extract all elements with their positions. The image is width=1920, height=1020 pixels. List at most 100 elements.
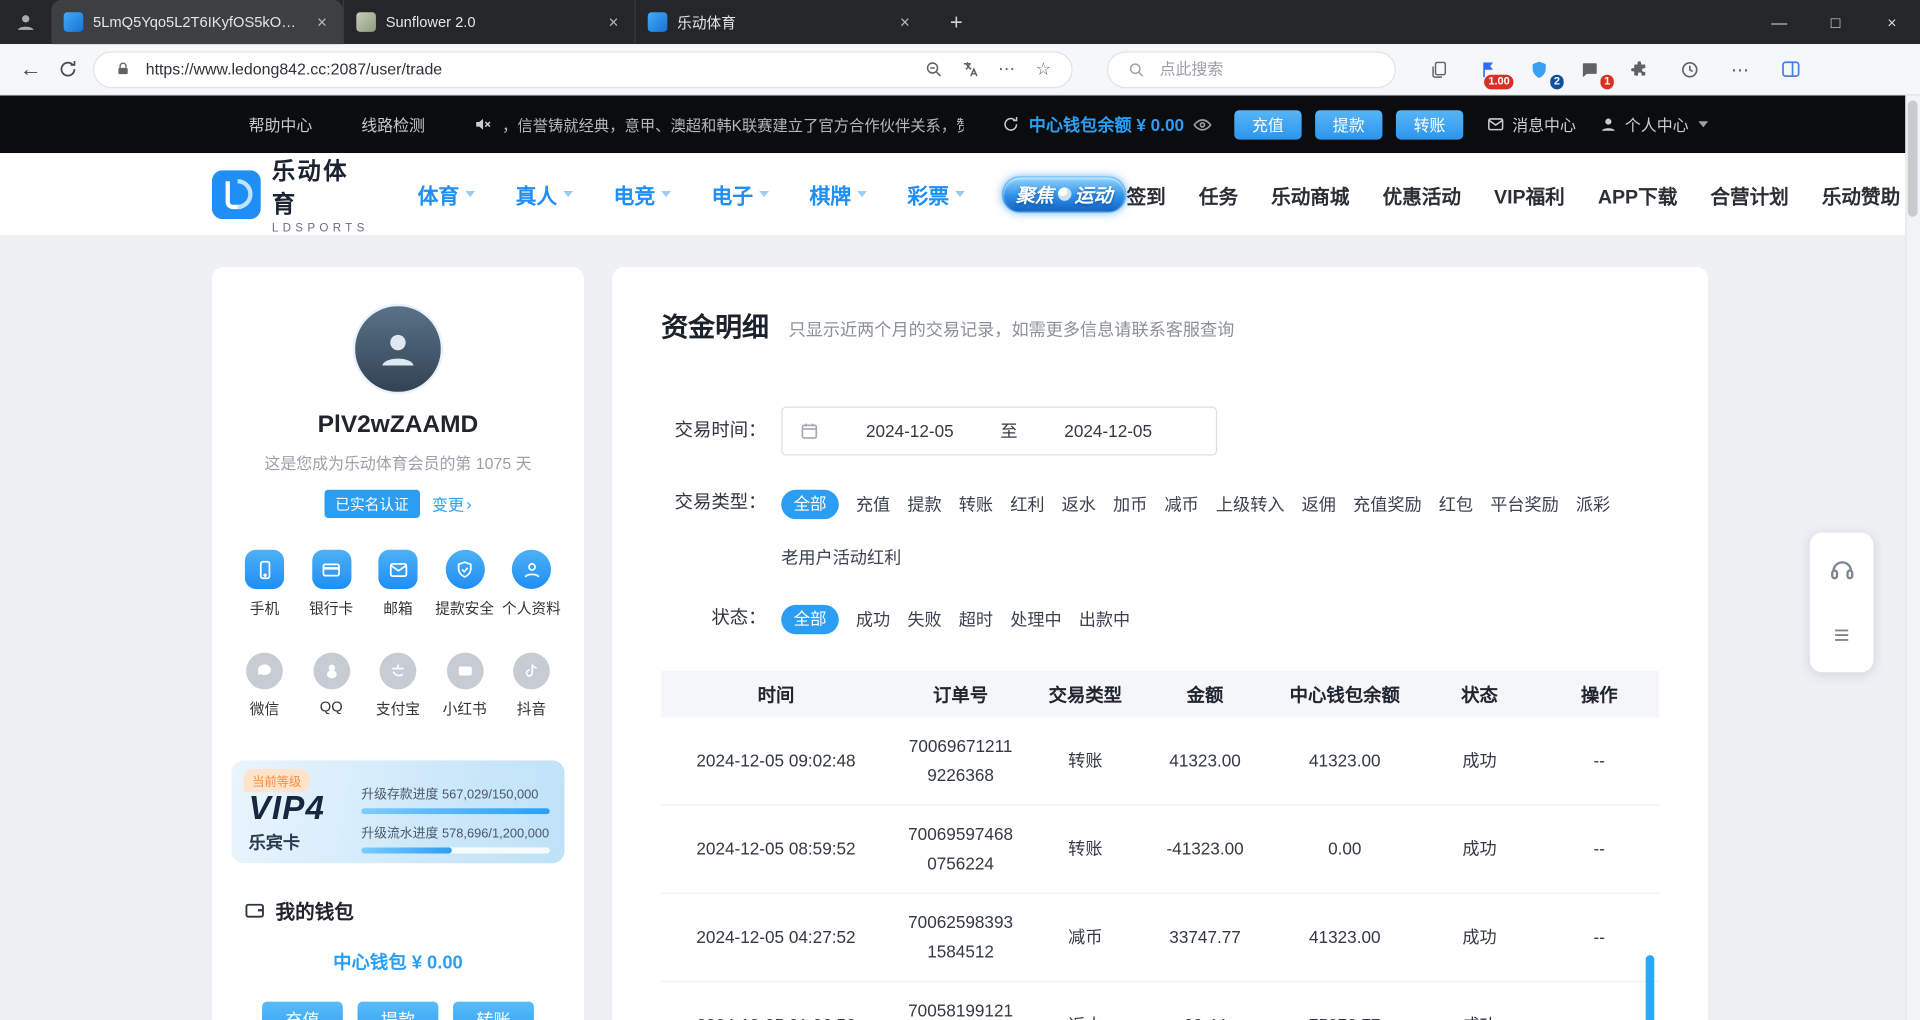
shield-extension-icon[interactable]: 2 <box>1523 53 1555 85</box>
status-option[interactable]: 成功 <box>856 606 890 633</box>
wallet-refresh-icon[interactable] <box>1002 115 1020 133</box>
menu-item-live[interactable]: 真人 <box>516 179 574 210</box>
nav-link-app[interactable]: APP下载 <box>1598 179 1677 208</box>
back-button[interactable]: ← <box>12 51 49 88</box>
type-option[interactable]: 平台奖励 <box>1490 491 1559 518</box>
copy-page-icon[interactable] <box>1423 53 1455 85</box>
status-option[interactable]: 处理中 <box>1010 606 1061 633</box>
line-check-link[interactable]: 线路检测 <box>361 113 425 136</box>
social-item-wechat[interactable]: 微信 <box>231 653 297 719</box>
tab-close-icon[interactable]: × <box>602 11 624 33</box>
address-bar[interactable]: https://www.ledong842.cc:2087/user/trade… <box>93 51 1073 88</box>
type-option[interactable]: 红利 <box>1010 491 1044 518</box>
tab-close-icon[interactable]: × <box>894 11 916 33</box>
sidebar-panel-icon[interactable] <box>1774 53 1806 85</box>
close-button[interactable]: × <box>1864 0 1920 44</box>
bind-item-email[interactable]: 邮箱 <box>365 550 431 619</box>
social-item-qq[interactable]: QQ <box>298 653 364 719</box>
refresh-button[interactable] <box>49 51 86 88</box>
type-option[interactable]: 充值 <box>856 491 890 518</box>
customer-service-icon[interactable] <box>1815 542 1869 596</box>
history-icon[interactable] <box>1674 53 1706 85</box>
table-scrollbar-thumb[interactable] <box>1646 955 1655 1020</box>
browser-profile-button[interactable] <box>0 11 51 33</box>
topbar-withdraw-button[interactable]: 提款 <box>1315 110 1382 139</box>
social-item-xiaohongshu[interactable]: 小红书 <box>432 653 498 719</box>
help-center-link[interactable]: 帮助中心 <box>249 113 313 136</box>
date-from-value[interactable]: 2024-12-05 <box>819 421 1000 441</box>
status-option[interactable]: 失败 <box>907 606 941 633</box>
status-option-all[interactable]: 全部 <box>781 605 839 634</box>
type-option[interactable]: 提款 <box>907 491 941 518</box>
menu-item-sports[interactable]: 体育 <box>418 179 476 210</box>
menu-item-cards[interactable]: 棋牌 <box>809 179 867 210</box>
type-option[interactable]: 加币 <box>1113 491 1147 518</box>
side-menu-icon[interactable]: ≡ <box>1815 609 1869 663</box>
type-option[interactable]: 返佣 <box>1302 491 1336 518</box>
type-option[interactable]: 转账 <box>959 491 993 518</box>
zoom-out-icon[interactable] <box>920 56 947 83</box>
maximize-button[interactable]: □ <box>1807 0 1863 44</box>
url-text[interactable]: https://www.ledong842.cc:2087/user/trade <box>146 60 910 78</box>
type-option[interactable]: 派彩 <box>1576 491 1610 518</box>
type-option[interactable]: 红包 <box>1439 491 1473 518</box>
translate-icon[interactable] <box>956 56 983 83</box>
topbar-deposit-button[interactable]: 充值 <box>1234 110 1301 139</box>
withdraw-button[interactable]: 提款 <box>358 1002 439 1020</box>
nav-link-sponsor[interactable]: 乐动赞助 <box>1822 179 1900 208</box>
nav-link-mall[interactable]: 乐动商城 <box>1271 179 1349 208</box>
personal-center-link[interactable]: 个人中心 <box>1599 113 1708 136</box>
transfer-button[interactable]: 转账 <box>453 1002 534 1020</box>
type-option[interactable]: 充值奖励 <box>1353 491 1422 518</box>
type-option[interactable]: 返水 <box>1062 491 1096 518</box>
favorite-star-icon[interactable]: ☆ <box>1030 56 1057 83</box>
minimize-button[interactable]: — <box>1751 0 1807 44</box>
bind-item-phone[interactable]: 手机 <box>231 550 297 619</box>
nav-link-promos[interactable]: 优惠活动 <box>1383 179 1461 208</box>
avatar[interactable] <box>353 304 444 395</box>
type-option[interactable]: 老用户活动红利 <box>781 544 901 571</box>
chat-extension-icon[interactable]: 1 <box>1573 53 1605 85</box>
nav-link-tasks[interactable]: 任务 <box>1199 179 1238 208</box>
menu-item-slots[interactable]: 电子 <box>711 179 769 210</box>
new-tab-button[interactable]: + <box>940 9 972 35</box>
browser-menu-icon[interactable]: ⋯ <box>1724 53 1756 85</box>
wallet-extension-icon[interactable]: 1.00 <box>1473 53 1505 85</box>
more-site-options-icon[interactable]: ⋯ <box>993 56 1020 83</box>
browser-tab-3[interactable]: 乐动体育 × <box>634 0 925 44</box>
type-option-all[interactable]: 全部 <box>781 490 839 519</box>
type-option[interactable]: 上级转入 <box>1216 491 1285 518</box>
nav-link-vip[interactable]: VIP福利 <box>1494 179 1565 208</box>
social-item-alipay[interactable]: 支付宝 <box>365 653 431 719</box>
browser-tab-1[interactable]: 5LmQ5Yqo5L2T6IKyfOS5kOWKqC × <box>51 0 342 44</box>
social-label: 抖音 <box>517 698 546 719</box>
nav-link-partnership[interactable]: 合营计划 <box>1710 179 1788 208</box>
page-scrollbar-thumb[interactable] <box>1908 100 1918 216</box>
tab-close-icon[interactable]: × <box>311 11 333 33</box>
eye-icon[interactable] <box>1193 114 1213 134</box>
date-range-picker[interactable]: 2024-12-05 至 2024-12-05 <box>781 407 1217 456</box>
vip-level-card[interactable]: 当前等级 VIP4 乐宾卡 升级存款进度 567,029/150,000 升级流… <box>231 760 564 863</box>
bind-item-withdraw-safety[interactable]: 提款安全 <box>432 550 498 619</box>
site-logo[interactable]: 乐动体育 LDSPORTS <box>212 153 369 235</box>
menu-item-esports[interactable]: 电竞 <box>614 179 672 210</box>
date-to-value[interactable]: 2024-12-05 <box>1018 421 1199 441</box>
page-scrollbar[interactable] <box>1905 96 1920 1020</box>
focus-sports-badge[interactable]: 聚焦 运动 <box>1002 176 1127 213</box>
extensions-puzzle-icon[interactable] <box>1624 53 1656 85</box>
type-option[interactable]: 减币 <box>1164 491 1198 518</box>
social-item-douyin[interactable]: 抖音 <box>498 653 564 719</box>
status-option[interactable]: 出款中 <box>1079 606 1130 633</box>
menu-item-lottery[interactable]: 彩票 <box>907 179 965 210</box>
browser-tab-2[interactable]: Sunflower 2.0 × <box>343 0 634 44</box>
bind-item-personal-info[interactable]: 个人资料 <box>498 550 564 619</box>
deposit-button[interactable]: 充值 <box>262 1002 343 1020</box>
change-link[interactable]: 变更 › <box>432 492 472 515</box>
message-center-link[interactable]: 消息中心 <box>1486 113 1575 136</box>
topbar-transfer-button[interactable]: 转账 <box>1396 110 1463 139</box>
bind-item-bankcard[interactable]: 银行卡 <box>298 550 364 619</box>
search-input[interactable] <box>1160 60 1380 78</box>
status-option[interactable]: 超时 <box>959 606 993 633</box>
nav-link-signin[interactable]: 签到 <box>1127 179 1166 208</box>
search-box[interactable] <box>1107 51 1396 88</box>
